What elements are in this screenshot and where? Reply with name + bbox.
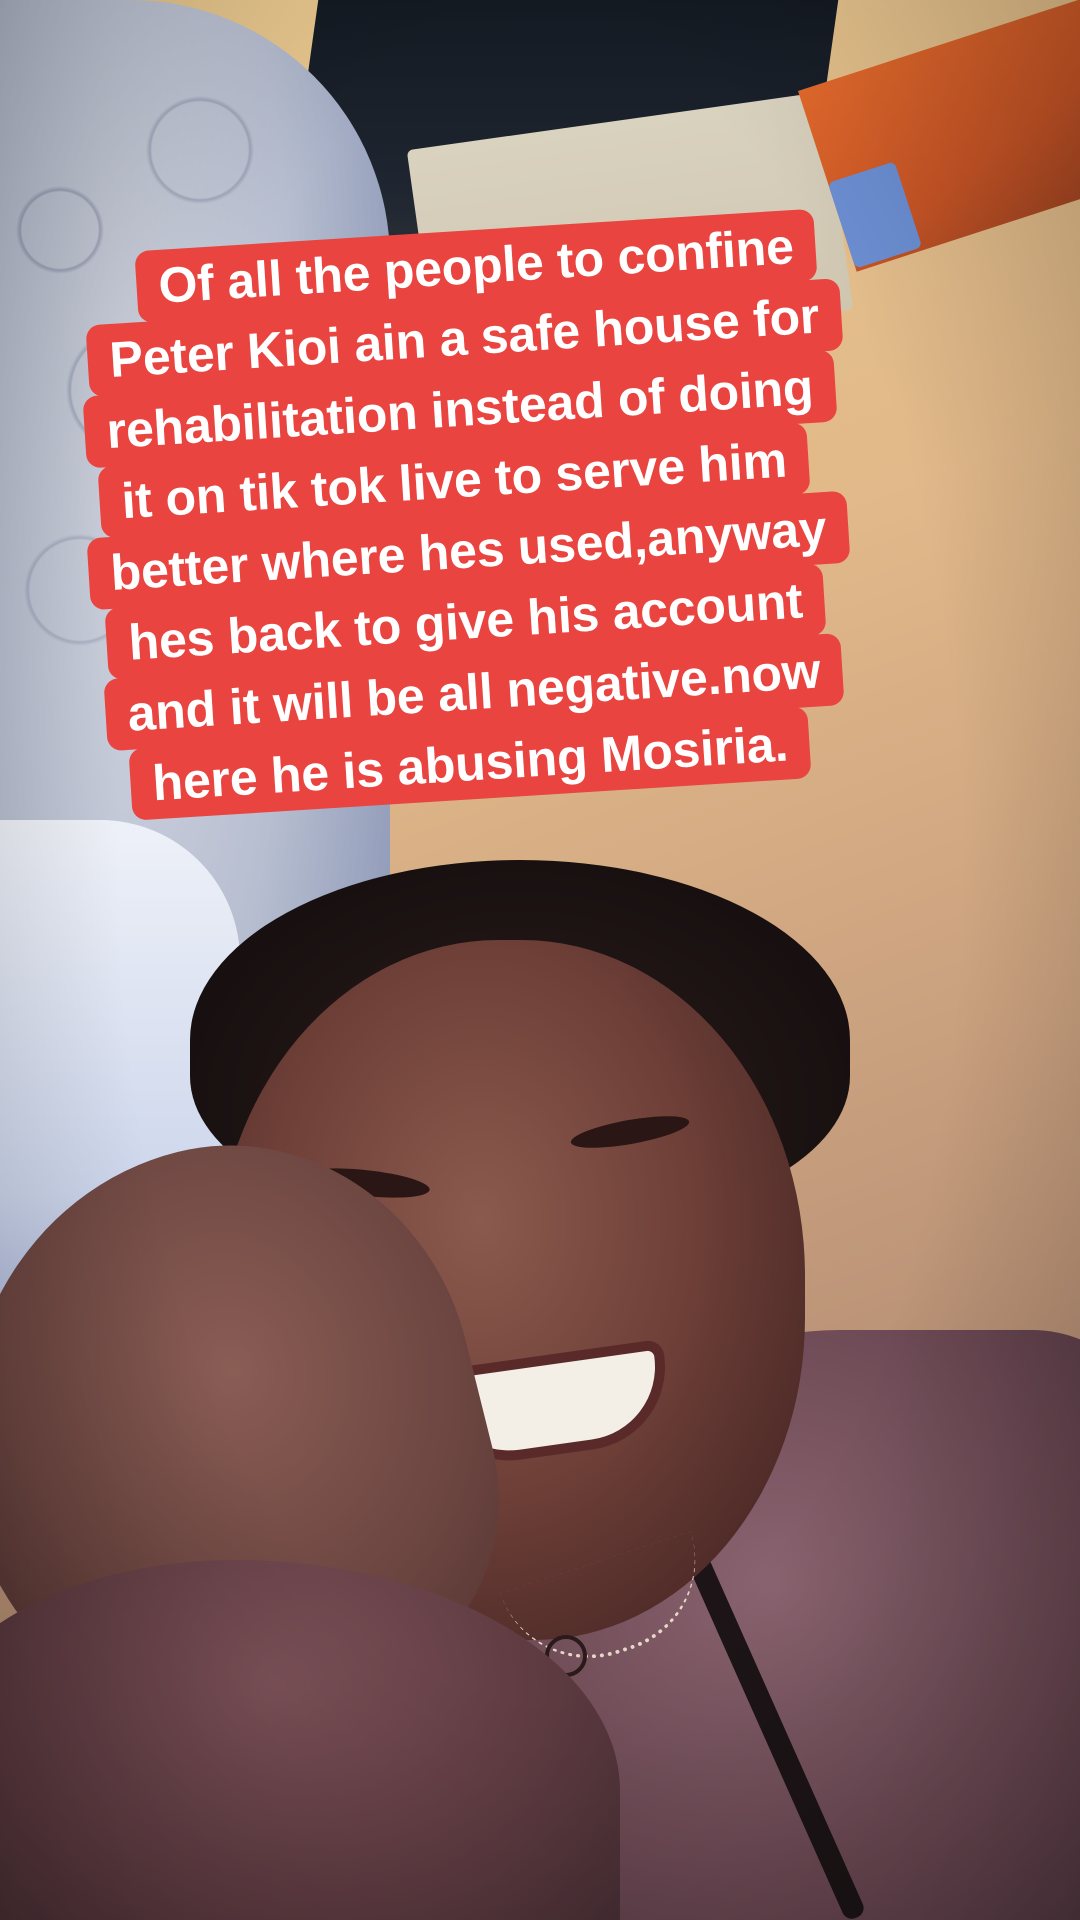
video-frame[interactable]: Of all the people to confine Peter Kioi … [0,0,1080,1920]
caption-overlay: Of all the people to confine Peter Kioi … [30,208,890,821]
